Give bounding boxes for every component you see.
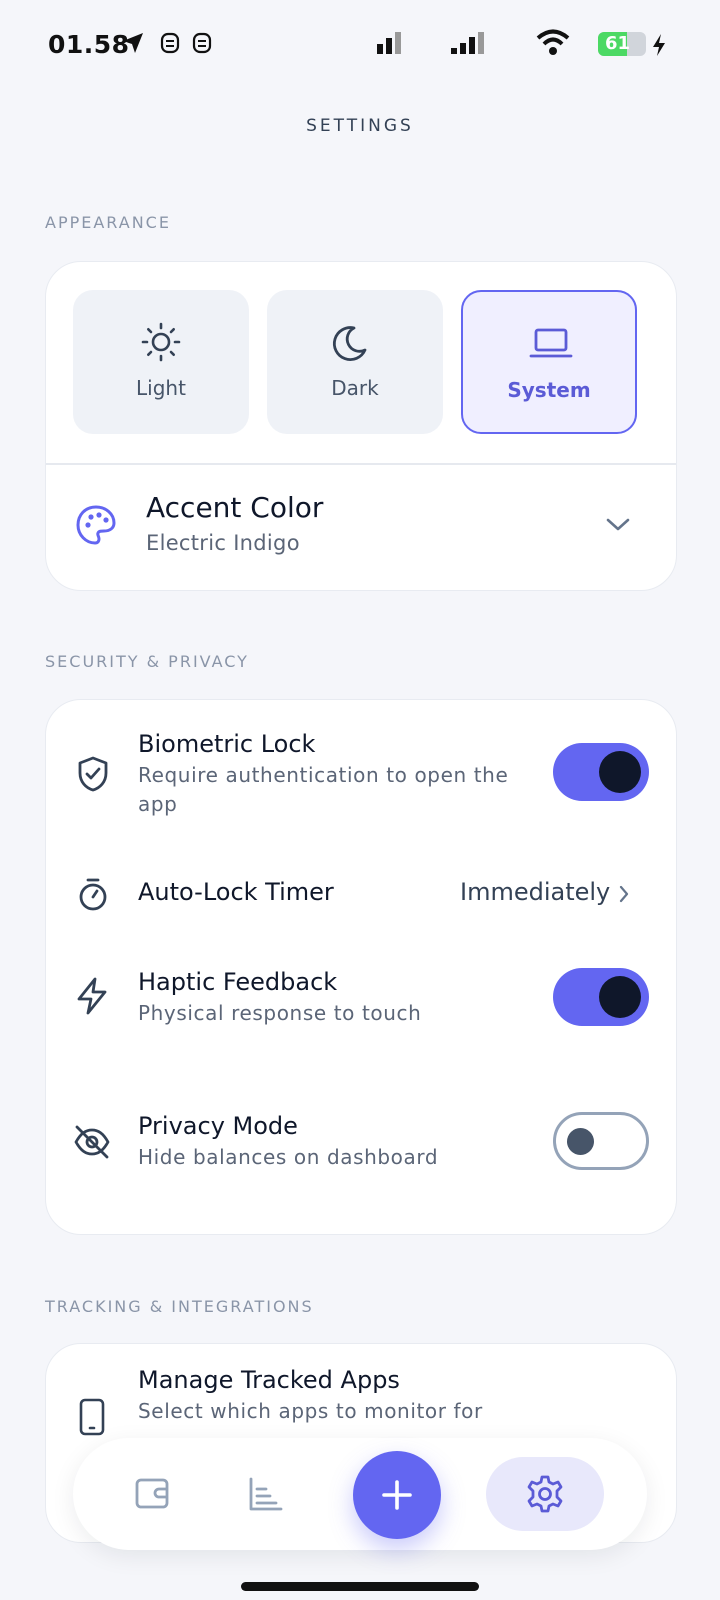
biometric-lock-row: Biometric Lock Require authentication to… [46, 700, 678, 830]
manage-tracked-apps-subtitle: Select which apps to monitor for [138, 1399, 483, 1423]
accent-color-row[interactable]: Accent Color Electric Indigo [46, 465, 678, 592]
privacy-mode-toggle[interactable] [553, 1112, 649, 1170]
chevron-down-icon [606, 518, 630, 531]
bottom-navigation [73, 1438, 647, 1550]
page-title: SETTINGS [306, 116, 414, 136]
toggle-knob [599, 751, 641, 793]
section-label-tracking: TRACKING & INTEGRATIONS [45, 1297, 314, 1316]
chevron-right-icon [619, 885, 629, 903]
phone-icon [79, 1398, 105, 1436]
home-indicator [241, 1582, 479, 1591]
theme-system-label: System [507, 378, 591, 402]
theme-light-button[interactable]: Light [73, 290, 249, 434]
lightning-icon [77, 977, 107, 1015]
haptic-feedback-title: Haptic Feedback [138, 968, 338, 996]
wifi-icon [536, 29, 570, 55]
nav-analytics-button[interactable] [235, 1438, 295, 1550]
shield-check-icon [78, 756, 108, 792]
haptic-feedback-row: Haptic Feedback Physical response to tou… [46, 950, 678, 1060]
nav-settings-button[interactable] [486, 1457, 604, 1531]
palette-icon [76, 505, 116, 545]
biometric-lock-title: Biometric Lock [138, 730, 316, 758]
charging-bolt-icon [653, 34, 665, 56]
appearance-card: Light Dark System Accent Color Electric … [45, 261, 677, 591]
add-button[interactable] [353, 1451, 441, 1539]
section-label-security: SECURITY & PRIVACY [45, 652, 249, 671]
accent-color-value: Electric Indigo [146, 531, 300, 555]
haptic-feedback-subtitle: Physical response to touch [138, 1001, 422, 1025]
theme-dark-button[interactable]: Dark [267, 290, 443, 434]
section-label-appearance: APPEARANCE [45, 213, 171, 232]
manage-tracked-apps-title: Manage Tracked Apps [138, 1366, 400, 1394]
location-arrow-icon [123, 33, 143, 53]
auto-lock-timer-row[interactable]: Auto-Lock Timer Immediately [46, 850, 678, 940]
wallet-icon [135, 1478, 169, 1509]
theme-light-label: Light [136, 376, 186, 400]
biometric-lock-toggle[interactable] [553, 743, 649, 801]
notification-app-icon [192, 32, 212, 54]
nav-wallet-button[interactable] [123, 1438, 183, 1550]
theme-system-button[interactable]: System [461, 290, 637, 434]
biometric-lock-subtitle: Require authentication to open the [138, 763, 509, 787]
haptic-feedback-toggle[interactable] [553, 968, 649, 1026]
moon-icon [332, 326, 367, 361]
privacy-mode-title: Privacy Mode [138, 1112, 298, 1140]
settings-icon [527, 1475, 563, 1513]
privacy-mode-subtitle: Hide balances on dashboard [138, 1145, 439, 1169]
eye-off-icon [74, 1125, 110, 1159]
status-bar: 01.58 61 [0, 0, 720, 90]
theme-dark-label: Dark [331, 376, 379, 400]
privacy-mode-row: Privacy Mode Hide balances on dashboard [46, 1100, 678, 1220]
auto-lock-timer-value: Immediately [460, 878, 611, 906]
status-time: 01.58 [48, 30, 130, 59]
signal-sim1-icon [377, 32, 401, 54]
toggle-knob [567, 1128, 594, 1155]
toggle-knob [599, 976, 641, 1018]
laptop-icon [529, 328, 573, 358]
battery-percentage: 61 [605, 33, 631, 54]
notification-app-icon [160, 32, 180, 54]
accent-color-title: Accent Color [146, 491, 324, 524]
auto-lock-timer-title: Auto-Lock Timer [138, 878, 334, 906]
battery-indicator: 61 [598, 32, 646, 56]
signal-sim2-icon [451, 32, 484, 54]
biometric-lock-subtitle-cont: app [138, 792, 178, 816]
stopwatch-icon [79, 878, 107, 911]
security-card: Biometric Lock Require authentication to… [45, 699, 677, 1235]
chart-icon [249, 1477, 283, 1511]
sun-icon [141, 322, 181, 362]
plus-icon [382, 1480, 412, 1510]
